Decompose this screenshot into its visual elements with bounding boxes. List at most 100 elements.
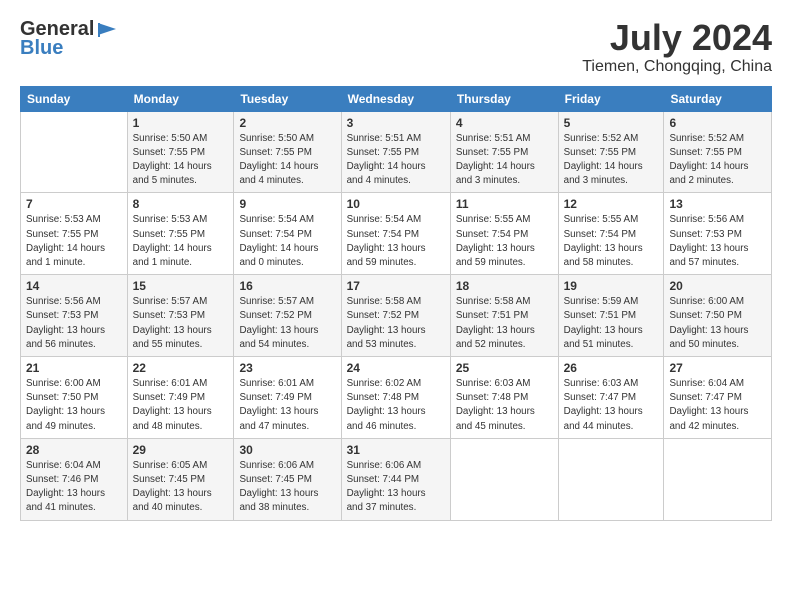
- day-cell: 25Sunrise: 6:03 AMSunset: 7:48 PMDayligh…: [450, 357, 558, 439]
- day-cell: 24 Sunrise: 6:02 AMSunset: 7:48 PMDayligh…: [341, 357, 450, 439]
- week-row-4: 21 Sunrise: 6:00 AMSunset: 7:50 PMDayligh…: [21, 357, 772, 439]
- day-number: 10: [347, 197, 445, 211]
- day-cell: 6 Sunrise: 5:52 AMSunset: 7:55 PMDaylight…: [664, 111, 772, 193]
- day-info: Sunrise: 5:50 AMSunset: 7:55 PMDaylight:…: [239, 132, 335, 189]
- day-cell: 19 Sunrise: 5:59 AMSunset: 7:51 PMDayligh…: [558, 275, 664, 357]
- day-info: Sunrise: 5:57 AMSunset: 7:52 PMDaylight:…: [239, 295, 335, 352]
- day-number: 6: [669, 116, 766, 130]
- day-number: 8: [133, 197, 229, 211]
- weekday-header-thursday: Thursday: [450, 86, 558, 111]
- day-info: Sunrise: 6:00 AMSunset: 7:50 PMDaylight:…: [26, 377, 122, 434]
- day-info: Sunrise: 5:54 AMSunset: 7:54 PMDaylight:…: [347, 213, 445, 270]
- day-number: 27: [669, 361, 766, 375]
- day-number: 22: [133, 361, 229, 375]
- day-cell: [664, 438, 772, 520]
- day-number: 20: [669, 279, 766, 293]
- day-cell: 17 Sunrise: 5:58 AMSunset: 7:52 PMDayligh…: [341, 275, 450, 357]
- day-info: Sunrise: 6:06 AMSunset: 7:44 PMDaylight:…: [347, 459, 445, 516]
- month-title: July 2024: [582, 18, 772, 58]
- day-cell: 22 Sunrise: 6:01 AMSunset: 7:49 PMDayligh…: [127, 357, 234, 439]
- day-number: 14: [26, 279, 122, 293]
- day-number: 11: [456, 197, 553, 211]
- day-cell: 28 Sunrise: 6:04 AMSunset: 7:46 PMDayligh…: [21, 438, 128, 520]
- day-info: Sunrise: 5:58 AMSunset: 7:52 PMDaylight:…: [347, 295, 445, 352]
- day-cell: [450, 438, 558, 520]
- day-cell: 14 Sunrise: 5:56 AMSunset: 7:53 PMDayligh…: [21, 275, 128, 357]
- day-info: Sunrise: 5:59 AMSunset: 7:51 PMDaylight:…: [564, 295, 659, 352]
- day-info: Sunrise: 5:51 AMSunset: 7:55 PMDaylight:…: [456, 132, 553, 189]
- day-cell: 16 Sunrise: 5:57 AMSunset: 7:52 PMDayligh…: [234, 275, 341, 357]
- logo-flag-icon: [96, 21, 118, 39]
- header: General Blue July 2024 Tiemen, Chongqing…: [20, 18, 772, 76]
- day-cell: 8 Sunrise: 5:53 AMSunset: 7:55 PMDaylight…: [127, 193, 234, 275]
- day-info: Sunrise: 5:52 AMSunset: 7:55 PMDaylight:…: [669, 132, 766, 189]
- day-info: Sunrise: 5:50 AMSunset: 7:55 PMDaylight:…: [133, 132, 229, 189]
- day-cell: 31Sunrise: 6:06 AMSunset: 7:44 PMDayligh…: [341, 438, 450, 520]
- week-row-2: 7Sunrise: 5:53 AMSunset: 7:55 PMDaylight…: [21, 193, 772, 275]
- day-info: Sunrise: 6:03 AMSunset: 7:48 PMDaylight:…: [456, 377, 553, 434]
- day-number: 23: [239, 361, 335, 375]
- day-cell: 7Sunrise: 5:53 AMSunset: 7:55 PMDaylight…: [21, 193, 128, 275]
- weekday-header-tuesday: Tuesday: [234, 86, 341, 111]
- day-number: 9: [239, 197, 335, 211]
- day-number: 24: [347, 361, 445, 375]
- day-cell: 20Sunrise: 6:00 AMSunset: 7:50 PMDayligh…: [664, 275, 772, 357]
- day-cell: 23Sunrise: 6:01 AMSunset: 7:49 PMDayligh…: [234, 357, 341, 439]
- day-info: Sunrise: 6:04 AMSunset: 7:47 PMDaylight:…: [669, 377, 766, 434]
- day-info: Sunrise: 6:04 AMSunset: 7:46 PMDaylight:…: [26, 459, 122, 516]
- day-info: Sunrise: 5:53 AMSunset: 7:55 PMDaylight:…: [133, 213, 229, 270]
- day-number: 16: [239, 279, 335, 293]
- day-number: 2: [239, 116, 335, 130]
- day-number: 3: [347, 116, 445, 130]
- day-cell: 26Sunrise: 6:03 AMSunset: 7:47 PMDayligh…: [558, 357, 664, 439]
- day-number: 19: [564, 279, 659, 293]
- day-cell: 18Sunrise: 5:58 AMSunset: 7:51 PMDayligh…: [450, 275, 558, 357]
- day-number: 28: [26, 443, 122, 457]
- day-info: Sunrise: 5:57 AMSunset: 7:53 PMDaylight:…: [133, 295, 229, 352]
- day-info: Sunrise: 5:58 AMSunset: 7:51 PMDaylight:…: [456, 295, 553, 352]
- day-info: Sunrise: 5:55 AMSunset: 7:54 PMDaylight:…: [456, 213, 553, 270]
- weekday-header-monday: Monday: [127, 86, 234, 111]
- day-info: Sunrise: 6:02 AMSunset: 7:48 PMDaylight:…: [347, 377, 445, 434]
- weekday-header-row: SundayMondayTuesdayWednesdayThursdayFrid…: [21, 86, 772, 111]
- day-number: 29: [133, 443, 229, 457]
- day-info: Sunrise: 5:51 AMSunset: 7:55 PMDaylight:…: [347, 132, 445, 189]
- day-info: Sunrise: 5:56 AMSunset: 7:53 PMDaylight:…: [669, 213, 766, 270]
- day-info: Sunrise: 6:01 AMSunset: 7:49 PMDaylight:…: [133, 377, 229, 434]
- weekday-header-sunday: Sunday: [21, 86, 128, 111]
- calendar-table: SundayMondayTuesdayWednesdayThursdayFrid…: [20, 86, 772, 521]
- day-cell: 4Sunrise: 5:51 AMSunset: 7:55 PMDaylight…: [450, 111, 558, 193]
- day-cell: 3 Sunrise: 5:51 AMSunset: 7:55 PMDaylight…: [341, 111, 450, 193]
- day-info: Sunrise: 5:54 AMSunset: 7:54 PMDaylight:…: [239, 213, 335, 270]
- day-number: 17: [347, 279, 445, 293]
- day-cell: 27 Sunrise: 6:04 AMSunset: 7:47 PMDayligh…: [664, 357, 772, 439]
- logo-blue-text: Blue: [20, 37, 63, 60]
- day-cell: 2 Sunrise: 5:50 AMSunset: 7:55 PMDaylight…: [234, 111, 341, 193]
- day-cell: 10 Sunrise: 5:54 AMSunset: 7:54 PMDayligh…: [341, 193, 450, 275]
- day-info: Sunrise: 5:56 AMSunset: 7:53 PMDaylight:…: [26, 295, 122, 352]
- weekday-header-wednesday: Wednesday: [341, 86, 450, 111]
- day-cell: [21, 111, 128, 193]
- day-number: 5: [564, 116, 659, 130]
- day-number: 15: [133, 279, 229, 293]
- logo: General Blue: [20, 18, 118, 60]
- week-row-3: 14 Sunrise: 5:56 AMSunset: 7:53 PMDayligh…: [21, 275, 772, 357]
- day-number: 1: [133, 116, 229, 130]
- day-info: Sunrise: 5:53 AMSunset: 7:55 PMDaylight:…: [26, 213, 122, 270]
- day-cell: 9 Sunrise: 5:54 AMSunset: 7:54 PMDaylight…: [234, 193, 341, 275]
- week-row-5: 28 Sunrise: 6:04 AMSunset: 7:46 PMDayligh…: [21, 438, 772, 520]
- day-cell: 30Sunrise: 6:06 AMSunset: 7:45 PMDayligh…: [234, 438, 341, 520]
- day-info: Sunrise: 6:05 AMSunset: 7:45 PMDaylight:…: [133, 459, 229, 516]
- day-number: 30: [239, 443, 335, 457]
- day-cell: [558, 438, 664, 520]
- day-cell: 21 Sunrise: 6:00 AMSunset: 7:50 PMDayligh…: [21, 357, 128, 439]
- weekday-header-saturday: Saturday: [664, 86, 772, 111]
- day-info: Sunrise: 6:03 AMSunset: 7:47 PMDaylight:…: [564, 377, 659, 434]
- location-title: Tiemen, Chongqing, China: [582, 58, 772, 76]
- day-cell: 5Sunrise: 5:52 AMSunset: 7:55 PMDaylight…: [558, 111, 664, 193]
- day-number: 21: [26, 361, 122, 375]
- day-number: 12: [564, 197, 659, 211]
- title-block: July 2024 Tiemen, Chongqing, China: [582, 18, 772, 76]
- calendar-page: General Blue July 2024 Tiemen, Chongqing…: [0, 0, 792, 612]
- day-info: Sunrise: 5:55 AMSunset: 7:54 PMDaylight:…: [564, 213, 659, 270]
